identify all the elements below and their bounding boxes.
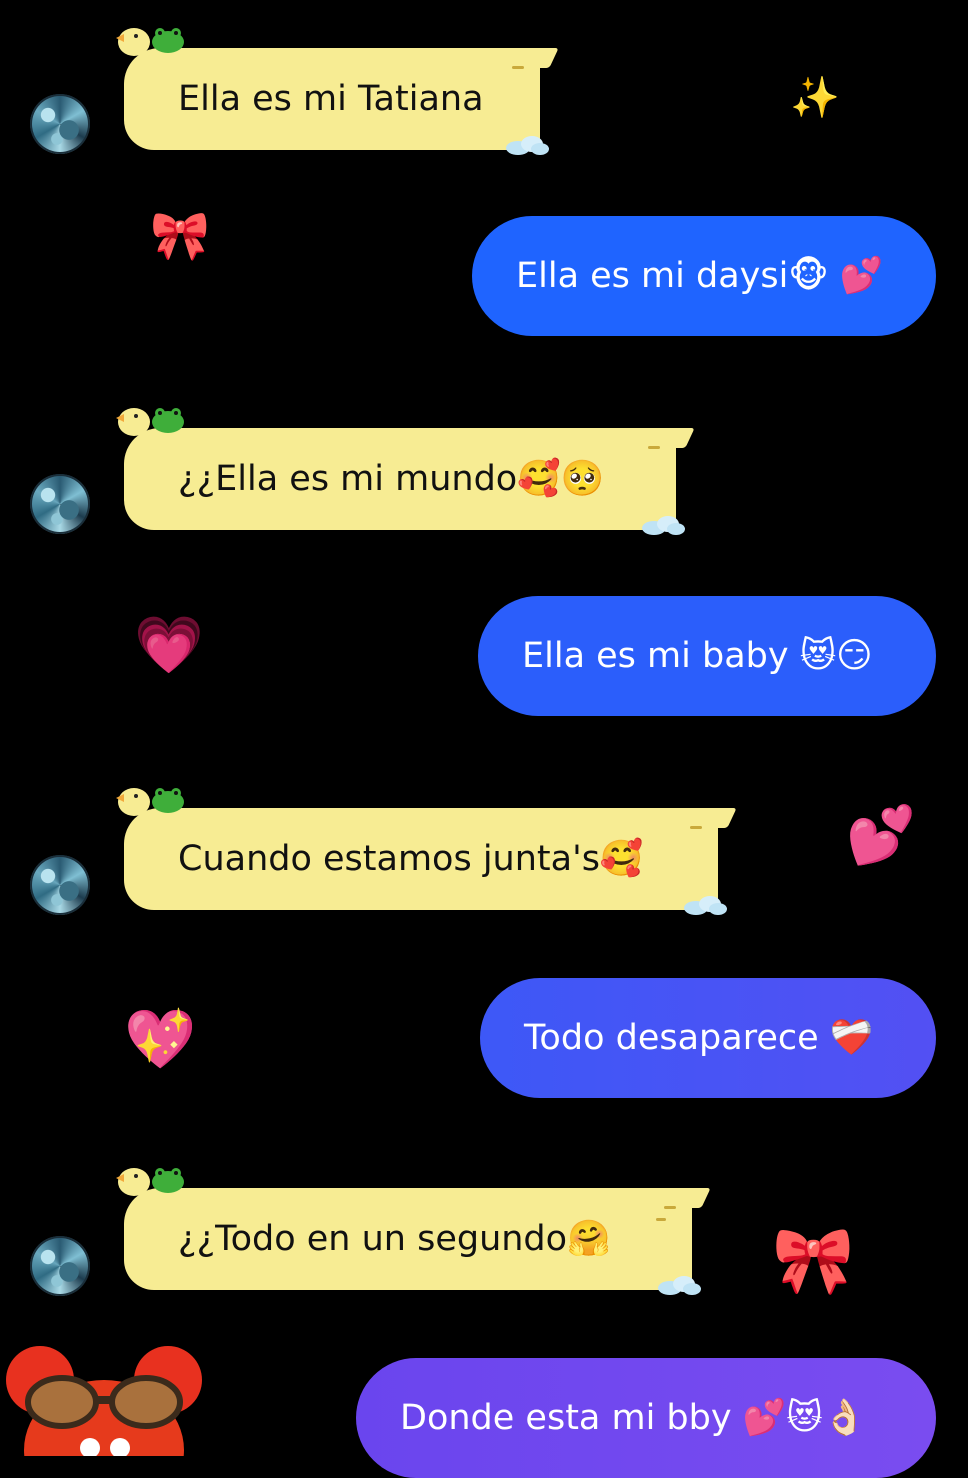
contact-avatar-icon[interactable] <box>30 1236 90 1296</box>
incoming-message-bubble[interactable]: Ella es mi Tatiana <box>116 28 559 155</box>
message-text: Ella es mi Tatiana <box>178 79 484 119</box>
incoming-message-bubble[interactable]: ¿¿Todo en un segundo🤗 <box>116 1168 711 1295</box>
outgoing-message-bubble[interactable]: Donde esta mi bby 💕😻👌🏻 <box>356 1358 936 1478</box>
bubble-tail <box>699 808 737 828</box>
bubble-decoration <box>690 826 702 829</box>
bubble-tail <box>521 48 559 68</box>
cloud-icon <box>658 1276 701 1295</box>
contact-avatar-icon[interactable] <box>30 94 90 154</box>
incoming-message-bubble[interactable]: Cuando estamos junta's🥰 <box>116 788 737 915</box>
outgoing-message-bubble[interactable]: Ella es mi baby 😻😏 <box>478 596 936 716</box>
bubble-tail <box>673 1188 711 1208</box>
bubble-decoration <box>512 66 524 69</box>
cloud-icon <box>506 136 549 155</box>
outgoing-message-bubble[interactable]: Todo desaparece ❤️‍🩹 <box>480 978 936 1098</box>
bubble-decoration <box>648 446 660 449</box>
red-monster-avatar-icon[interactable] <box>0 1340 210 1456</box>
sparkling-heart-sticker: 💖 <box>124 1005 197 1073</box>
heart-pulse-sticker: 💗 <box>134 613 204 678</box>
bubble-decoration <box>664 1206 676 1209</box>
message-text: ¿¿Ella es mi mundo🥰🥺 <box>178 459 605 499</box>
bow-sticker: 🎀 <box>150 208 210 264</box>
bubble-tail <box>657 428 695 448</box>
message-text: ¿¿Todo en un segundo🤗 <box>178 1219 611 1259</box>
incoming-message-bubble[interactable]: ¿¿Ella es mi mundo🥰🥺 <box>116 408 695 535</box>
bubble-decoration <box>656 1218 666 1221</box>
cloud-icon <box>684 896 727 915</box>
two-hearts-sticker: 💕 <box>846 803 916 868</box>
message-text: Cuando estamos junta's🥰 <box>178 839 644 879</box>
outgoing-message-bubble[interactable]: Ella es mi daysi🐵 💕 <box>472 216 936 336</box>
contact-avatar-icon[interactable] <box>30 474 90 534</box>
sparkles-sticker: ✨ <box>790 75 840 121</box>
cloud-icon <box>642 516 685 535</box>
bow-sticker: 🎀 <box>772 1222 855 1299</box>
contact-avatar-icon[interactable] <box>30 855 90 915</box>
